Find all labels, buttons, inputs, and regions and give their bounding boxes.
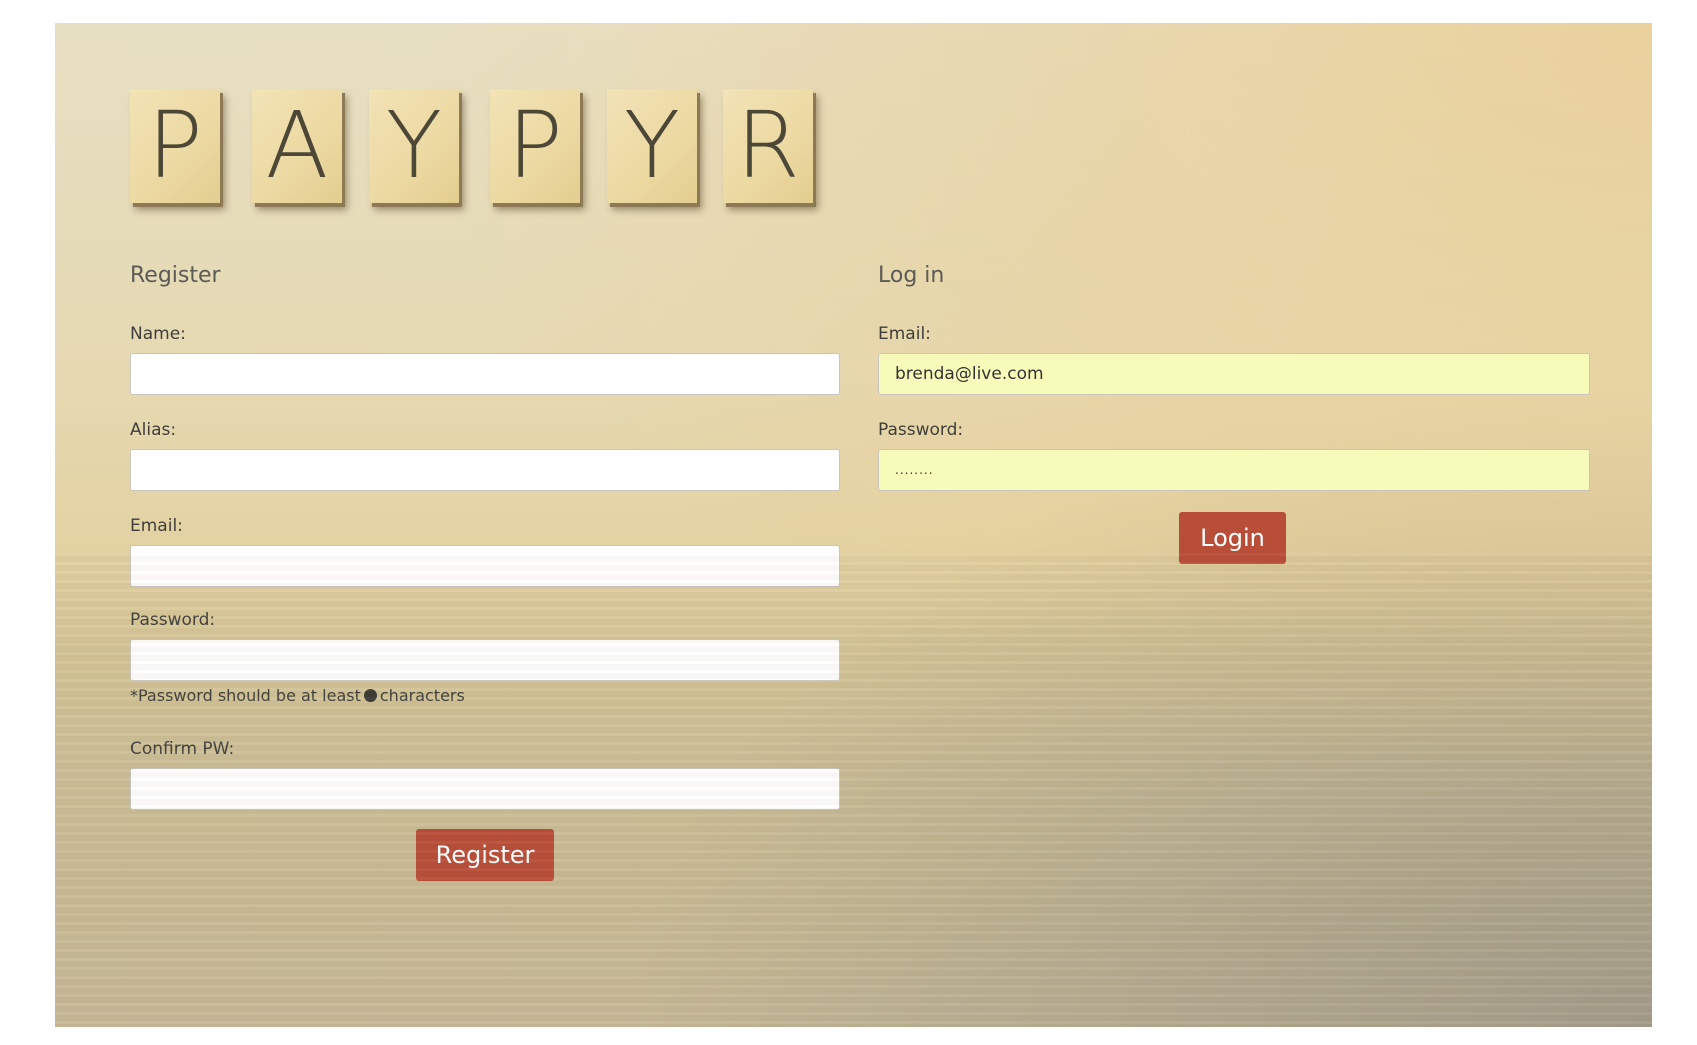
login-email-label: Email: <box>878 324 931 344</box>
name-input[interactable] <box>130 353 840 395</box>
redacted-dot-icon <box>363 689 377 702</box>
password-hint-suffix: characters <box>379 686 465 705</box>
register-email-input[interactable] <box>130 545 840 587</box>
confirm-password-input[interactable] <box>130 768 840 810</box>
alias-input[interactable] <box>130 449 840 491</box>
logo-tile: Y <box>607 89 697 203</box>
login-email-input[interactable] <box>878 353 1590 395</box>
register-password-input[interactable] <box>130 639 840 681</box>
logo-tile: A <box>252 89 342 203</box>
login-password-input[interactable] <box>878 449 1590 491</box>
register-password-label: Password: <box>130 610 216 630</box>
register-email-label: Email: <box>130 516 183 536</box>
password-hint-text: *Password should be at least <box>130 686 361 705</box>
confirm-password-label: Confirm PW: <box>130 739 235 759</box>
login-title: Log in <box>878 263 945 288</box>
register-title: Register <box>130 263 221 288</box>
alias-label: Alias: <box>130 420 177 440</box>
name-label: Name: <box>130 324 186 344</box>
register-button[interactable]: Register <box>416 829 554 881</box>
logo-tile: R <box>723 89 813 203</box>
page-background: P A Y P Y R Register Name: Alias: Email:… <box>55 23 1652 1027</box>
login-password-label: Password: <box>878 420 964 440</box>
logo-tile: P <box>490 89 580 203</box>
logo-tile: Y <box>369 89 459 203</box>
login-button[interactable]: Login <box>1179 512 1286 564</box>
password-hint: *Password should be at least characters <box>130 686 465 706</box>
paypyr-logo: P A Y P Y R <box>55 23 815 223</box>
logo-tile: P <box>130 89 220 203</box>
